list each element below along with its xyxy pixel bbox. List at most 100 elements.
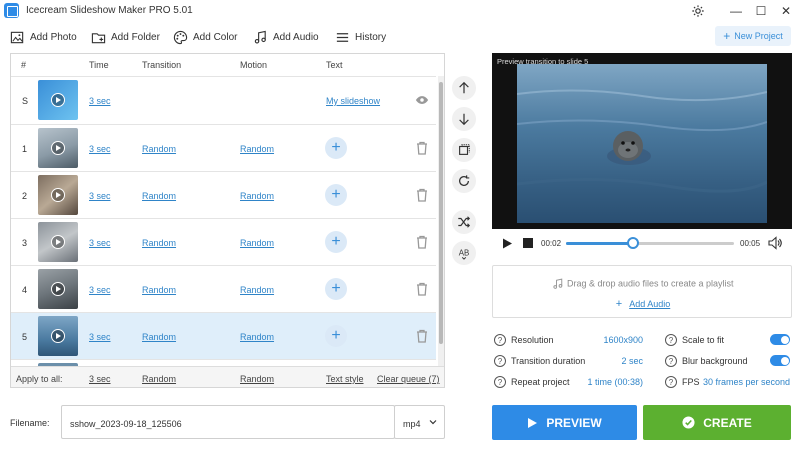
blur-background-toggle[interactable]	[770, 355, 790, 366]
row-motion[interactable]: Random	[240, 332, 274, 342]
create-button[interactable]: CREATE	[643, 405, 791, 440]
add-audio-link[interactable]: + Add Audio	[493, 298, 793, 310]
preview-button[interactable]: PREVIEW	[492, 405, 637, 440]
add-text-button[interactable]: +	[325, 278, 347, 300]
add-audio-label: Add Audio	[273, 31, 319, 43]
seal-in-water-image	[516, 89, 768, 193]
table-row[interactable]: 3 3 sec Random Random +	[11, 218, 436, 265]
col-time: Time	[89, 60, 109, 70]
move-down-button[interactable]	[452, 107, 476, 131]
plus-icon: +	[723, 29, 731, 43]
table-row[interactable]	[11, 359, 436, 369]
scrollbar-thumb[interactable]	[439, 82, 443, 344]
add-text-button[interactable]: +	[325, 137, 347, 159]
slide-thumbnail[interactable]	[38, 269, 78, 309]
stop-icon[interactable]	[523, 238, 533, 248]
slide-thumbnail[interactable]	[38, 175, 78, 215]
table-row[interactable]: 1 3 sec Random Random +	[11, 124, 436, 171]
trash-icon[interactable]	[415, 140, 429, 156]
row-time[interactable]: 3 sec	[89, 238, 111, 248]
blur-background-label: Blur background	[682, 356, 748, 366]
add-text-button[interactable]: +	[325, 231, 347, 253]
row-text[interactable]: My slideshow	[326, 96, 380, 106]
resolution-value[interactable]: 1600x900	[580, 335, 643, 345]
text-style-link[interactable]: Text style	[326, 374, 364, 384]
close-button[interactable]: ✕	[776, 2, 796, 20]
audio-drop-zone[interactable]: Drag & drop audio files to create a play…	[492, 265, 792, 318]
row-transition[interactable]: Random	[142, 238, 176, 248]
add-color-button[interactable]: Add Color	[173, 26, 237, 48]
new-project-button[interactable]: + New Project	[715, 26, 791, 46]
format-select[interactable]: mp4	[394, 405, 445, 439]
add-photo-label: Add Photo	[30, 31, 77, 43]
settings-gear-icon[interactable]	[688, 2, 708, 20]
sort-alphabet-button[interactable]: AB	[452, 241, 476, 265]
minimize-button[interactable]: —	[726, 2, 746, 20]
row-time[interactable]: 3 sec	[89, 285, 111, 295]
slide-thumbnail[interactable]	[38, 80, 78, 120]
play-icon[interactable]	[502, 238, 513, 249]
transition-duration-value[interactable]: 2 sec	[580, 356, 643, 366]
crop-button[interactable]	[452, 138, 476, 162]
add-audio-button[interactable]: Add Audio	[253, 26, 319, 48]
help-icon[interactable]: ?	[665, 355, 677, 367]
play-icon	[51, 235, 65, 249]
row-transition[interactable]: Random	[142, 332, 176, 342]
time-current: 00:02	[541, 239, 562, 248]
add-photo-button[interactable]: Add Photo	[10, 26, 77, 48]
maximize-button[interactable]: ☐	[751, 2, 771, 20]
repeat-project-value[interactable]: 1 time (00:38)	[570, 377, 643, 387]
help-icon[interactable]: ?	[665, 334, 677, 346]
title-bar: Icecream Slideshow Maker PRO 5.01 — ☐ ✕	[0, 0, 800, 22]
slide-thumbnail[interactable]	[38, 222, 78, 262]
slide-thumbnail[interactable]	[38, 128, 78, 168]
history-button[interactable]: History	[335, 26, 386, 48]
filename-input[interactable]: sshow_2023-09-18_125506	[61, 405, 395, 439]
trash-icon[interactable]	[415, 281, 429, 297]
row-time[interactable]: 3 sec	[89, 96, 111, 106]
help-icon[interactable]: ?	[494, 376, 506, 388]
help-icon[interactable]: ?	[665, 376, 677, 388]
volume-icon[interactable]	[768, 236, 783, 250]
table-row-selected[interactable]: 5 3 sec Random Random +	[11, 312, 436, 359]
table-row[interactable]: 2 3 sec Random Random +	[11, 171, 436, 218]
apply-time[interactable]: 3 sec	[89, 374, 111, 384]
row-motion[interactable]: Random	[240, 285, 274, 295]
apply-motion[interactable]: Random	[240, 374, 274, 384]
row-transition[interactable]: Random	[142, 144, 176, 154]
add-text-button[interactable]: +	[325, 325, 347, 347]
table-row-title[interactable]: S 3 sec My slideshow	[11, 76, 436, 123]
add-text-button[interactable]: +	[325, 184, 347, 206]
play-icon	[528, 417, 538, 428]
row-number: S	[22, 96, 29, 106]
row-time[interactable]: 3 sec	[89, 332, 111, 342]
add-folder-label: Add Folder	[111, 31, 160, 43]
add-folder-button[interactable]: Add Folder	[91, 26, 160, 48]
row-time[interactable]: 3 sec	[89, 191, 111, 201]
rotate-button[interactable]	[452, 169, 476, 193]
row-number: 5	[22, 332, 28, 342]
table-row[interactable]: 4 3 sec Random Random +	[11, 265, 436, 312]
row-time[interactable]: 3 sec	[89, 144, 111, 154]
slide-thumbnail[interactable]	[38, 316, 78, 356]
apply-transition[interactable]: Random	[142, 374, 176, 384]
fps-value[interactable]: 30 frames per second	[700, 377, 790, 387]
trash-icon[interactable]	[415, 234, 429, 250]
clear-queue-link[interactable]: Clear queue (7)	[377, 374, 440, 384]
shuffle-button[interactable]	[452, 210, 476, 234]
trash-icon[interactable]	[415, 328, 429, 344]
preview-panel: Preview transition to slide 5	[492, 53, 792, 229]
help-icon[interactable]: ?	[494, 355, 506, 367]
row-transition[interactable]: Random	[142, 285, 176, 295]
scale-to-fit-toggle[interactable]	[770, 334, 790, 345]
eye-icon[interactable]	[415, 94, 429, 106]
row-transition[interactable]: Random	[142, 191, 176, 201]
row-motion[interactable]: Random	[240, 191, 274, 201]
apply-to-all-label: Apply to all:	[16, 374, 63, 384]
row-motion[interactable]: Random	[240, 238, 274, 248]
trash-icon[interactable]	[415, 187, 429, 203]
help-icon[interactable]: ?	[494, 334, 506, 346]
move-up-button[interactable]	[452, 76, 476, 100]
play-icon	[51, 282, 65, 296]
row-motion[interactable]: Random	[240, 144, 274, 154]
